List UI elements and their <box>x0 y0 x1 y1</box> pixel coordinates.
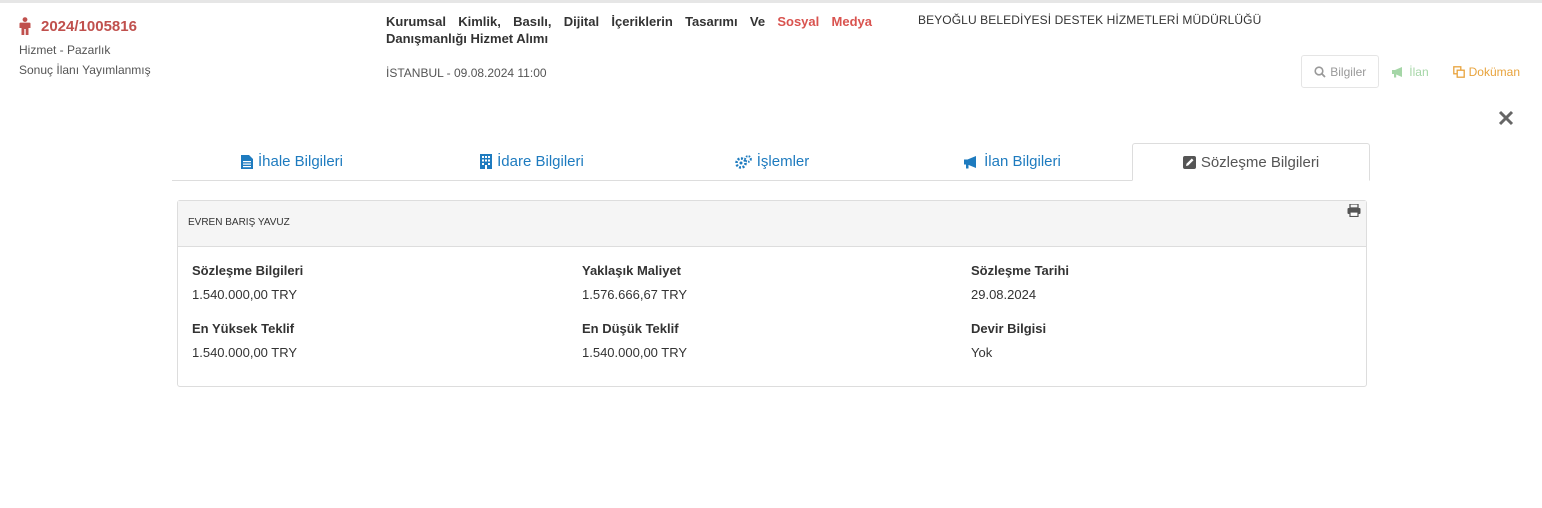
ilan-button-label: İlan <box>1409 64 1429 79</box>
field-value: 29.08.2024 <box>971 287 1037 302</box>
field-label: En Düşük Teklif <box>582 321 679 336</box>
tender-status: Sonuç İlanı Yayımlanmış <box>19 63 151 77</box>
document-button[interactable]: Doküman <box>1441 55 1532 88</box>
field-value: 1.540.000,00 TRY <box>192 287 298 302</box>
tab-label: İhale Bilgileri <box>257 153 344 170</box>
tab-ilan-bilgileri[interactable]: İlan Bilgileri <box>892 143 1132 180</box>
authority-name: BEYOĞLU BELEDİYESİ DESTEK HİZMETLERİ MÜD… <box>918 13 1262 27</box>
estimated-cost-field: Yaklaşık Maliyet 1.576.666,67 TRY <box>582 263 687 302</box>
tab-idare-bilgileri[interactable]: İdare Bilgileri <box>412 143 652 180</box>
contract-date-field: Sözleşme Tarihi 29.08.2024 <box>971 263 1069 302</box>
field-value: 1.540.000,00 TRY <box>192 345 298 360</box>
file-icon <box>240 154 253 169</box>
tender-type: Hizmet - Pazarlık <box>19 43 111 57</box>
highest-bid-field: En Yüksek Teklif 1.540.000,00 TRY <box>192 321 297 360</box>
location-date: İSTANBUL - 09.08.2024 11:00 <box>386 66 547 80</box>
tab-label: Sözleşme Bilgileri <box>1200 153 1320 171</box>
transfer-info-field: Devir Bilgisi Yok <box>971 321 1046 360</box>
tab-ihale-bilgileri[interactable]: İhale Bilgileri <box>172 143 412 180</box>
field-label: En Yüksek Teklif <box>192 321 295 336</box>
top-divider <box>0 0 1542 3</box>
tab-islemler[interactable]: İşlemler <box>652 143 892 180</box>
lowest-bid-field: En Düşük Teklif 1.540.000,00 TRY <box>582 321 687 360</box>
panel-header: EVREN BARIŞ YAVUZ <box>178 201 1366 247</box>
print-icon[interactable] <box>1347 204 1361 217</box>
field-label: Devir Bilgisi <box>971 321 1047 336</box>
tab-label: İşlemler <box>756 153 810 170</box>
contractor-name: EVREN BARIŞ YAVUZ <box>188 217 290 228</box>
field-label: Sözleşme Bilgileri <box>192 263 304 278</box>
tender-reference: 2024/1005816 <box>18 17 137 35</box>
cogs-icon <box>734 154 752 169</box>
document-button-label: Doküman <box>1468 64 1520 79</box>
building-icon <box>480 154 493 169</box>
tab-label: İlan Bilgileri <box>984 153 1061 170</box>
tab-sozlesme-bilgileri[interactable]: Sözleşme Bilgileri <box>1132 143 1370 181</box>
action-bar: Bilgiler İlan Doküman <box>1301 55 1532 88</box>
edit-icon <box>1182 155 1196 169</box>
title-highlight: Sosyal Medya <box>777 14 872 29</box>
field-value: 1.540.000,00 TRY <box>582 345 688 360</box>
info-button-label: Bilgiler <box>1330 64 1367 79</box>
tab-bar: İhale Bilgileri İdare Bilgileri İşlemler… <box>172 143 1370 181</box>
field-value: 1.576.666,67 TRY <box>582 287 688 302</box>
field-label: Sözleşme Tarihi <box>971 263 1070 278</box>
bullhorn-icon <box>964 155 977 168</box>
close-icon[interactable] <box>1497 109 1515 127</box>
tab-label: İdare Bilgileri <box>497 153 584 170</box>
title-text-rest: Danışmanlığı Hizmet Alımı <box>386 31 549 46</box>
tender-number: 2024/1005816 <box>41 17 137 35</box>
search-icon <box>1314 65 1326 78</box>
title-text: Kurumsal Kimlik, Basılı, Dijital İçerikl… <box>386 14 778 29</box>
tender-title: Kurumsal Kimlik, Basılı, Dijital İçerikl… <box>386 13 872 47</box>
field-label: Yaklaşık Maliyet <box>582 263 682 278</box>
field-value: Yok <box>971 345 993 360</box>
person-icon <box>19 17 31 35</box>
contract-amount-field: Sözleşme Bilgileri 1.540.000,00 TRY <box>192 263 303 302</box>
bullhorn-icon <box>1392 66 1403 77</box>
info-button[interactable]: Bilgiler <box>1301 55 1380 88</box>
contract-panel: EVREN BARIŞ YAVUZ Sözleşme Bilgileri 1.5… <box>177 200 1367 387</box>
ilan-button[interactable]: İlan <box>1379 55 1440 88</box>
copy-icon <box>1452 65 1465 78</box>
